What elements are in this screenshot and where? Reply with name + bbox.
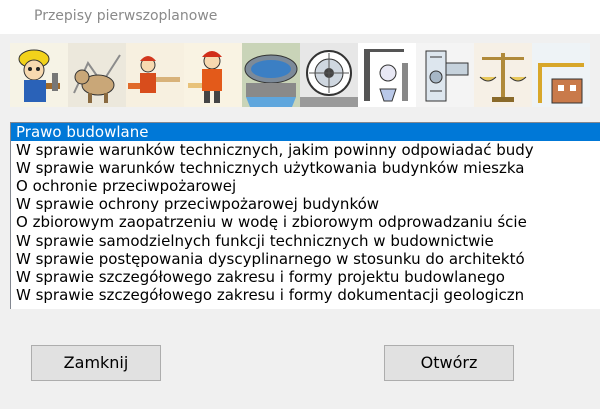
lab-apparatus-icon: [358, 43, 416, 107]
firefighters-icon: [126, 43, 184, 107]
list-item[interactable]: W sprawie szczegółowego zakresu i formy …: [11, 286, 600, 304]
dog-icon: [68, 43, 126, 107]
list-item[interactable]: Prawo budowlane: [11, 123, 600, 142]
scales-icon: [474, 43, 532, 107]
list-item[interactable]: O ochronie przeciwpożarowej: [11, 177, 600, 195]
list-item[interactable]: W sprawie postępowania dyscyplinarnego w…: [11, 250, 600, 268]
title-bar[interactable]: Przepisy pierwszoplanowe: [0, 0, 600, 34]
list-item[interactable]: O zbiorowym zaopatrzeniu w wodę i zbioro…: [11, 213, 600, 231]
construction-icon: [532, 43, 590, 107]
firefighter-icon: [184, 43, 242, 107]
header-banner: [10, 43, 600, 107]
regulations-listbox[interactable]: Prawo budowlane W sprawie warunków techn…: [10, 122, 600, 309]
list-item[interactable]: W sprawie warunków technicznych, jakim p…: [11, 141, 600, 159]
window-title: Przepisy pierwszoplanowe: [34, 8, 218, 24]
list-item[interactable]: W sprawie samodzielnych funkcji technicz…: [11, 232, 600, 250]
open-button[interactable]: Otwórz: [384, 345, 514, 381]
ventilation-icon: [416, 43, 474, 107]
list-item[interactable]: W sprawie warunków technicznych użytkowa…: [11, 159, 600, 177]
list-item[interactable]: W sprawie ochrony przeciwpożarowej budyn…: [11, 195, 600, 213]
worker-icon: [10, 43, 68, 107]
dialog-window: Przepisy pierwszoplanowe Prawo budowlane…: [0, 0, 600, 409]
turbine-icon: [300, 43, 358, 107]
water-reservoir-icon: [242, 43, 300, 107]
list-item[interactable]: W sprawie szczegółowego zakresu i formy …: [11, 268, 600, 286]
close-button[interactable]: Zamknij: [31, 345, 161, 381]
